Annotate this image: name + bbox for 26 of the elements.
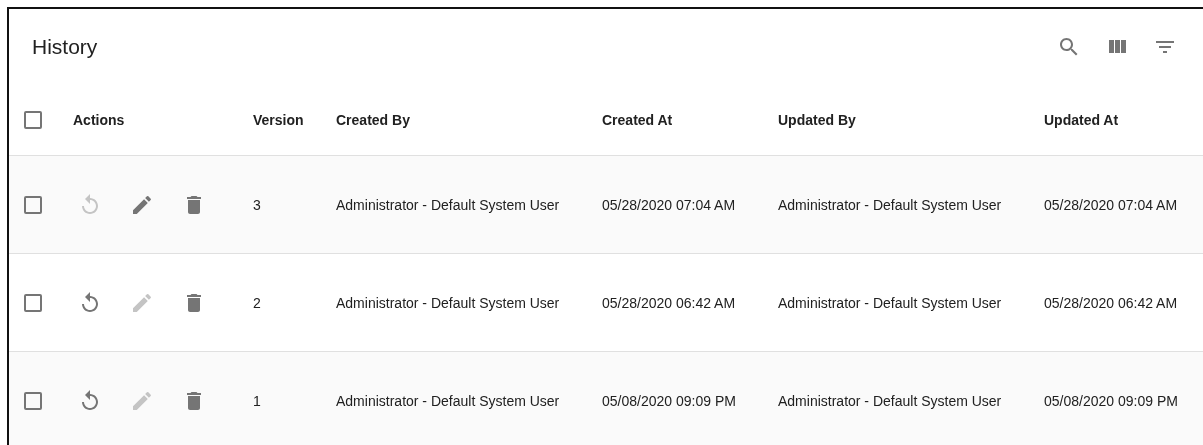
table-cell-text: 1 (253, 392, 262, 409)
column-header[interactable]: Created By (336, 112, 602, 128)
table-cell-text: Administrator - Default System User (778, 294, 1003, 311)
table-cell-text: 3 (253, 196, 262, 213)
table-cell-text: Administrator - Default System User (336, 392, 561, 409)
column-header[interactable]: Version (253, 112, 336, 128)
table-cell-text: 05/08/2020 09:09 PM (1044, 392, 1179, 409)
table-cell-text: Administrator - Default System User (336, 196, 561, 213)
page-title: History (32, 35, 98, 59)
select-all-checkbox[interactable] (24, 111, 42, 129)
table-cell-text: 05/28/2020 07:04 AM (1044, 196, 1179, 213)
table-cell-text: 05/28/2020 06:42 AM (602, 294, 737, 311)
column-header[interactable]: Actions (73, 112, 253, 128)
table-cell-text: Administrator - Default System User (778, 392, 1003, 409)
column-header[interactable]: Created At (602, 112, 778, 128)
table-cell-text: 2 (253, 294, 262, 311)
table-cell-text: 05/28/2020 07:04 AM (602, 196, 737, 213)
table-cell-text: 05/08/2020 09:09 PM (602, 392, 737, 409)
column-header[interactable]: Updated By (778, 112, 1044, 128)
column-header[interactable]: Updated At (1044, 112, 1203, 128)
row-checkbox[interactable] (24, 293, 42, 312)
row-checkbox[interactable] (24, 195, 42, 214)
table-cell-text: Administrator - Default System User (778, 196, 1003, 213)
table-cell-text: Administrator - Default System User (336, 294, 561, 311)
row-checkbox[interactable] (24, 391, 42, 410)
table-cell-text: 05/28/2020 06:42 AM (1044, 294, 1179, 311)
